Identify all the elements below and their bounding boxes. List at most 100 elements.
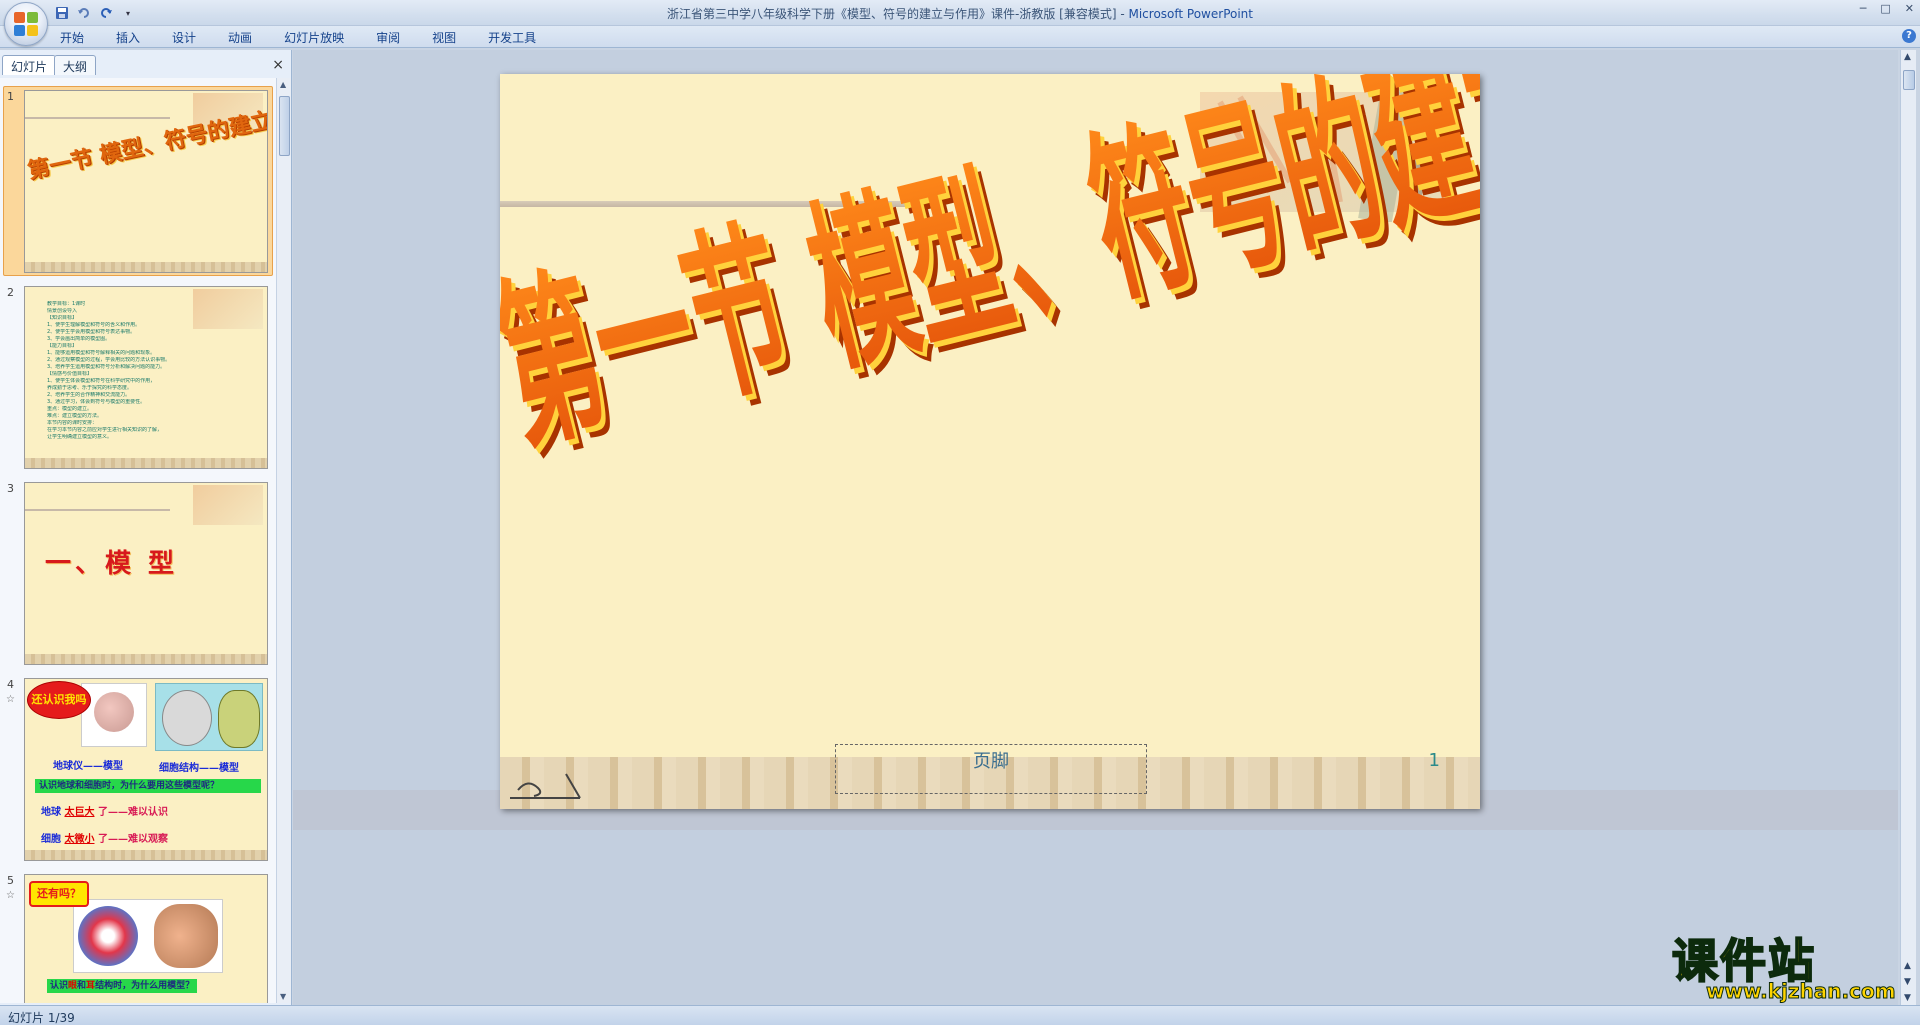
window-controls: ─ □ ✕ [1860,2,1914,15]
cell-image [155,683,263,751]
app-name: Microsoft PowerPoint [1128,7,1253,21]
slide-editing-area: 第一节 模型、符号的建立与作用 第一节 模型、符号的建立与作用 第一节 模型、符… [293,50,1898,1005]
label-globe: 地球仪——模型 [53,761,123,772]
mini-text-line: 1、使学生体会模型和符号在科学研究中的作用， [47,378,156,384]
mini-text-line: 在学习本节内容之前应对学生进行相关知识的了解， [47,427,163,433]
mini-text-line: 让学生明确建立模型的意义。 [47,434,113,440]
mini-footer [25,458,267,468]
tab-design[interactable]: 设计 [170,29,198,46]
thumbnail-number: 1 [7,90,14,103]
corner-sketch-image [510,773,581,799]
mini-heading: 一、模 型 [45,549,179,579]
panel-close-icon[interactable]: × [272,57,284,73]
slide-title-wordart: 第一节 模型、符号的建立与作用 第一节 模型、符号的建立与作用 第一节 模型、符… [500,74,1480,486]
question-bar: 认识地球和细胞时，为什么要用这些模型呢？ [35,779,261,793]
office-button[interactable] [4,2,48,46]
mini-text-line: 难点：建立模型的方法。 [47,413,103,419]
mini-text-line: 【能力目标】 [47,343,78,349]
thumbnail-slide-3[interactable]: 3 一、模 型 [0,478,276,668]
mini-text-line: 养成勤于思考、乐于探究的科学态度。 [47,385,133,391]
slide-preview: 还认识我吗 地球仪——模型 细胞结构——模型 认识地球和细胞时，为什么要用这些模… [24,678,268,861]
panel-tabs: 幻灯片 大纲 × [0,53,292,75]
globe-image [81,683,147,747]
document-title: 浙江省第三中学八年级科学下册《模型、符号的建立与作用》课件-浙教版 [兼容模式]… [667,7,1129,21]
thumbnail-number: 4 [7,678,14,691]
slide-preview: 一、模 型 [24,482,268,665]
mini-text-block: 教学目标：1课时 情景创设导入 【知识目标】 1、使学生理解模型和符号的含义和作… [47,301,257,441]
slide-preview: 第一节 模型、符号的建立与作用 [24,90,268,273]
thumbnail-number: 3 [7,482,14,495]
tab-developer[interactable]: 开发工具 [486,29,538,46]
help-icon[interactable]: ? [1902,29,1916,43]
mini-text-line: 重点：模型的建立。 [47,406,93,412]
mini-text-line: 1、使学生理解模型和符号的含义和作用。 [47,322,141,328]
slide-preview: 还有吗？ 认识眼和耳结构时，为什么用模型？ [24,874,268,1003]
scroll-thumb[interactable] [1903,70,1915,90]
footer-placeholder[interactable]: 页脚 [835,744,1147,794]
ribbon: 开始 插入 设计 动画 幻灯片放映 审阅 视图 开发工具 ? [0,26,1920,48]
office-logo-icon [14,12,38,36]
thumbnail-scrollbar[interactable]: ▲ ▼ [276,78,291,1003]
window-title: 浙江省第三中学八年级科学下册《模型、符号的建立与作用》课件-浙教版 [兼容模式]… [0,5,1920,22]
tab-slides[interactable]: 幻灯片 [2,55,57,75]
minimize-button[interactable]: ─ [1860,2,1867,15]
tab-view[interactable]: 视图 [430,29,458,46]
thumbnail-list: 1 第一节 模型、符号的建立与作用 2 教学目标：1课时 情景创设导入 【知识目… [0,78,276,1003]
question-bar: 认识眼和耳结构时，为什么用模型？ [47,979,197,993]
thumbnail-slide-1[interactable]: 1 第一节 模型、符号的建立与作用 [0,86,276,276]
decoration [193,485,263,525]
slide-counter: 幻灯片 1/39 [8,1011,75,1025]
mini-text-line: 3、培养学生运用模型和符号分析和解决问题的能力。 [47,364,166,370]
thumbnail-slide-2[interactable]: 2 教学目标：1课时 情景创设导入 【知识目标】 1、使学生理解模型和符号的含义… [0,282,276,472]
ear-diagram [154,904,218,968]
mini-text-line: 教学目标：1课时 [47,301,86,307]
mini-text-line: 2、培养学生的合作精神和交流能力。 [47,392,131,398]
mini-footer [25,850,267,860]
scroll-up-icon[interactable]: ▲ [280,80,286,89]
restore-button[interactable]: □ [1880,2,1890,15]
scroll-up-icon[interactable]: ▲ [1904,52,1911,62]
scroll-thumb[interactable] [279,96,290,156]
current-slide[interactable]: 第一节 模型、符号的建立与作用 第一节 模型、符号的建立与作用 第一节 模型、符… [500,74,1480,809]
mini-text-line: 2、使学生学会用模型和符号表达事物。 [47,329,136,335]
slides-panel: 幻灯片 大纲 × 1 第一节 模型、符号的建立与作用 2 教学目标：1课时 情景… [0,50,292,1005]
mini-text-line: 3、通过学习，体会到符号与模型的重要性。 [47,399,146,405]
tab-outline[interactable]: 大纲 [54,55,97,75]
mini-text-line: 本节内容的课时安排： [47,420,98,426]
slide-title: 第一节 模型、符号的建立与作用 [500,74,1480,477]
mini-footer [25,654,267,664]
thumbnail-slide-5[interactable]: 5 ☆ 还有吗？ 认识眼和耳结构时，为什么用模型？ [0,870,276,1003]
reason-line-2: 细胞 太微小 了——难以观察 [41,834,168,845]
scroll-down-icon[interactable]: ▼ [280,992,286,1001]
tab-review[interactable]: 审阅 [374,29,402,46]
thumbnail-number: 5 [7,874,14,887]
slide-preview: 教学目标：1课时 情景创设导入 【知识目标】 1、使学生理解模型和符号的含义和作… [24,286,268,469]
tab-home[interactable]: 开始 [58,29,86,46]
tab-slideshow[interactable]: 幻灯片放映 [282,29,346,46]
animation-star-icon: ☆ [6,694,15,705]
mini-text-line: 2、通过观察模型的过程，学会用比较的方法认识事物。 [47,357,171,363]
tab-animations[interactable]: 动画 [226,29,254,46]
eye-diagram [78,906,138,966]
thumbnail-number: 2 [7,286,14,299]
decoration-line [25,117,171,119]
slide-title-area[interactable]: 第一节 模型、符号的建立与作用 第一节 模型、符号的建立与作用 第一节 模型、符… [500,74,1480,809]
powerpoint-window: ▾ 浙江省第三中学八年级科学下册《模型、符号的建立与作用》课件-浙教版 [兼容模… [0,0,1920,1025]
tab-insert[interactable]: 插入 [114,29,142,46]
mini-text-line: 1、能够运用模型和符号解释相关的问题和现象。 [47,350,156,356]
badge: 还认识我吗 [27,681,91,719]
decoration-line [25,509,171,511]
mini-title: 第一节 模型、符号的建立与作用 [25,94,268,185]
ribbon-tabs: 开始 插入 设计 动画 幻灯片放映 审阅 视图 开发工具 [58,29,538,46]
slide-scrollbar[interactable]: ▲ ▲ ▼ ▼ [1900,50,1916,1005]
status-bar: 幻灯片 1/39 [0,1005,1920,1025]
title-bar: ▾ 浙江省第三中学八年级科学下册《模型、符号的建立与作用》课件-浙教版 [兼容模… [0,0,1920,26]
animation-star-icon: ☆ [6,890,15,901]
mini-text-line: 情景创设导入 [47,308,78,314]
close-button[interactable]: ✕ [1905,2,1914,15]
badge: 还有吗？ [29,881,89,907]
thumbnail-slide-4[interactable]: 4 ☆ 还认识我吗 地球仪——模型 细胞结构——模型 认识地球和细胞时，为什么要… [0,674,276,864]
mini-text-line: 【知识目标】 [47,315,78,321]
mini-text-line: 【情感与价值目标】 [47,371,93,377]
watermark-url: www.kjzhan.com [1706,979,1897,1004]
